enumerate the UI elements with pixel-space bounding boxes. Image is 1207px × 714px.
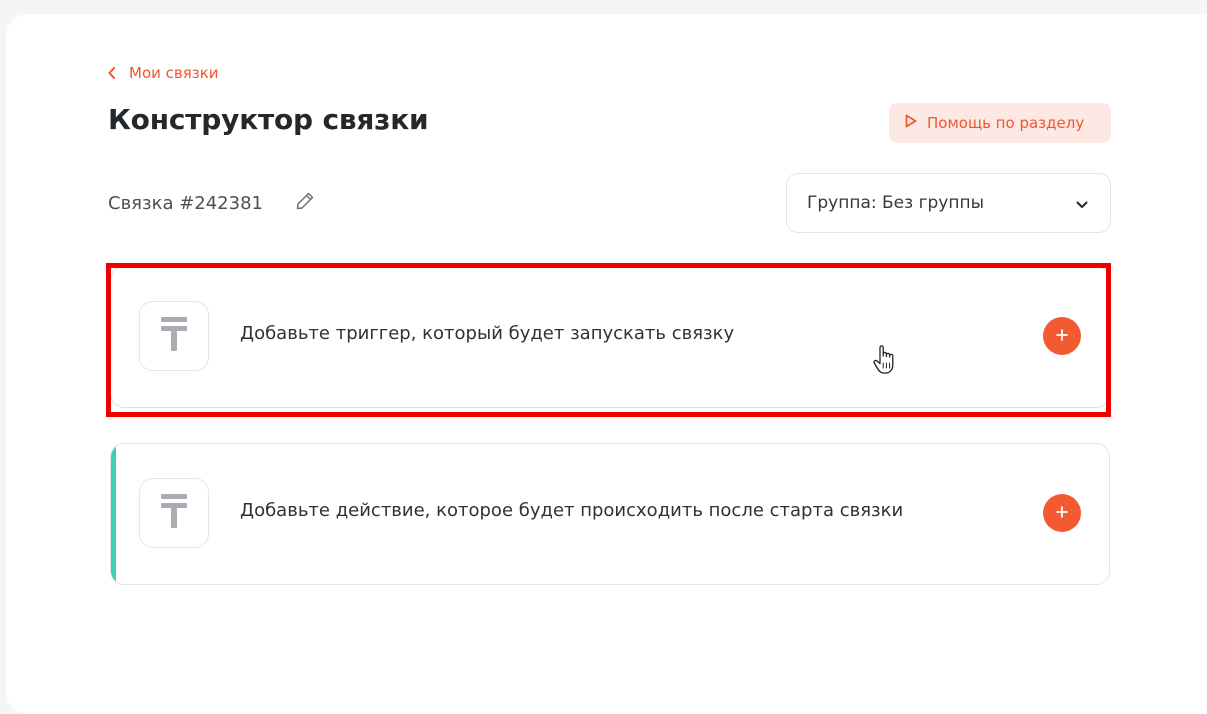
action-step-text: Добавьте действие, которое будет происхо… [240, 500, 904, 521]
add-trigger-button[interactable] [1043, 317, 1081, 355]
plus-icon [1056, 505, 1068, 521]
group-select[interactable]: Группа: Без группы [786, 173, 1111, 233]
link-name-row: Связка #242381 [108, 191, 315, 215]
add-action-button[interactable] [1043, 494, 1081, 532]
link-name: Связка #242381 [108, 192, 263, 214]
back-link[interactable]: Мои связки [108, 64, 219, 82]
back-link-label: Мои связки [129, 64, 219, 82]
chevron-down-icon [1076, 194, 1088, 213]
trigger-step-text: Добавьте триггер, который будет запускат… [240, 323, 735, 344]
pencil-icon[interactable] [295, 191, 315, 215]
trigger-step-card[interactable]: Добавьте триггер, который будет запускат… [110, 266, 1110, 408]
action-step-card[interactable]: Добавьте действие, которое будет происхо… [110, 443, 1110, 585]
group-select-value: Группа: Без группы [807, 193, 984, 213]
chevron-left-icon [108, 67, 116, 79]
page-title: Конструктор связки [108, 103, 429, 136]
service-icon-box [139, 301, 209, 371]
service-icon-box [139, 478, 209, 548]
plus-icon [1056, 328, 1068, 344]
help-button-label: Помощь по разделу [927, 114, 1085, 132]
service-placeholder-icon [161, 494, 187, 532]
service-placeholder-icon [161, 317, 187, 355]
play-icon [905, 114, 917, 132]
help-button[interactable]: Помощь по разделу [889, 103, 1111, 143]
